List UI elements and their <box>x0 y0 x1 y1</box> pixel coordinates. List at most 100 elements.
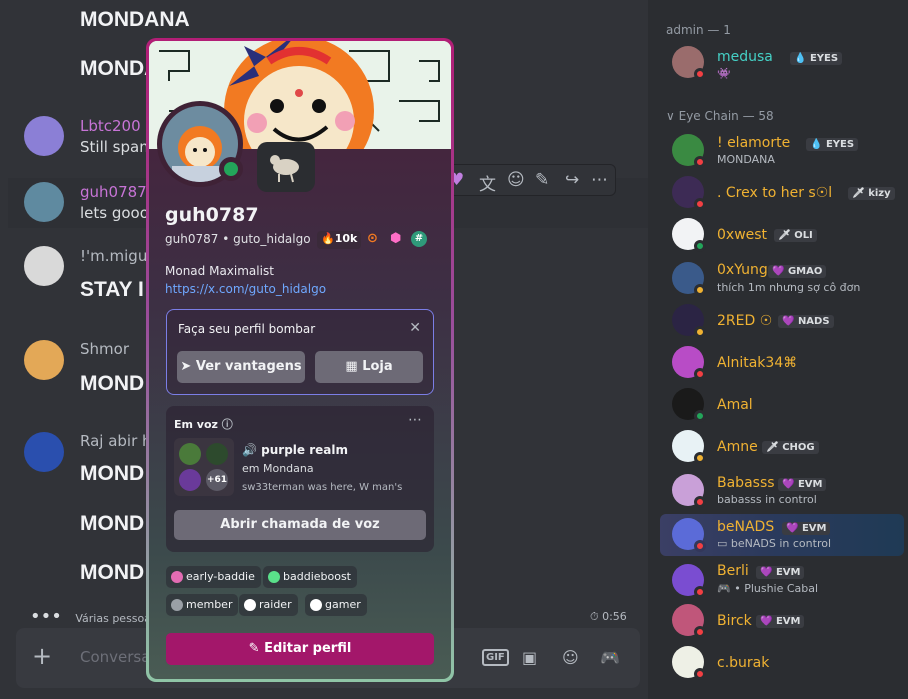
clan-tag: 💜 EVM <box>782 522 831 535</box>
eye-icon: ∨ <box>666 109 675 123</box>
hashtag-badge-icon[interactable]: # <box>411 231 427 247</box>
clan-tag: 💧 EYES <box>806 138 859 151</box>
more-icon[interactable]: ⋯ <box>591 170 608 190</box>
member-row[interactable]: . Crex to her s☉l 🗡 kizy <box>662 172 906 214</box>
nitro-promo: Faça seu perfil bombar ✕ ➤ Ver vantagens… <box>166 309 434 395</box>
message-text: MOND <box>80 561 145 584</box>
status-icon <box>694 496 706 508</box>
member-row[interactable]: Birck 💜 EVM <box>662 600 906 642</box>
member-row[interactable]: Babasss 💜 EVM babasss in control <box>662 470 906 512</box>
status-icon <box>694 540 706 552</box>
status-icon <box>694 668 706 680</box>
status-icon <box>694 586 706 598</box>
member-name: Alnitak34⌘ <box>717 355 798 371</box>
attach-plus-icon[interactable]: + <box>32 642 52 670</box>
forward-icon[interactable]: ↪ <box>565 170 579 190</box>
avatar <box>206 443 228 465</box>
gamepad-icon: 🎮 <box>717 582 731 595</box>
voice-server: em Mondana <box>242 462 314 475</box>
avatar[interactable] <box>24 116 64 156</box>
profile-link[interactable]: https://x.com/guto_hidalgo <box>165 282 326 296</box>
member-row[interactable]: 2RED ☉ 💜 NADS <box>662 300 906 342</box>
status-icon <box>694 156 706 168</box>
clan-tag: 🗡 OLI <box>774 229 817 242</box>
member-status-text: ▭ beNADS in control <box>717 537 832 550</box>
role-pill[interactable]: baddieboost <box>263 566 357 588</box>
open-voice-call-button[interactable]: Abrir chamada de voz <box>174 510 426 540</box>
avatar[interactable] <box>24 432 64 472</box>
avatar[interactable] <box>24 182 64 222</box>
voice-channel[interactable]: 🔊 purple realm <box>242 443 348 457</box>
clan-tag: 🗡 kizy <box>848 187 895 200</box>
role-pill[interactable]: member <box>166 594 239 616</box>
close-icon[interactable]: ✕ <box>409 320 421 336</box>
status-icon <box>694 626 706 638</box>
voice-label: Em voz ⓘ <box>174 418 233 431</box>
typing-indicator: ••• Várias pessoa <box>30 606 151 627</box>
profile-widget[interactable] <box>257 142 315 192</box>
gif-icon[interactable]: GIF <box>482 649 509 666</box>
message-text: STAY I <box>80 278 144 301</box>
voice-status: sw33terman was here, W man's <box>242 482 403 493</box>
flame-icon: 🔥 <box>321 232 335 245</box>
status-icon <box>694 68 706 80</box>
timer-icon: ⏱ <box>590 610 599 623</box>
member-row[interactable]: Amal <box>662 384 906 426</box>
voice-participants: +61 <box>174 438 234 496</box>
role-pill[interactable]: gamer <box>305 594 367 616</box>
member-name: . Crex to her s☉l <box>717 185 833 201</box>
username[interactable]: Shmor <box>80 340 129 358</box>
edit-icon[interactable]: ✎ <box>535 170 549 190</box>
avatar[interactable] <box>24 340 64 380</box>
shop-icon: ▦ <box>345 359 358 374</box>
member-row[interactable]: medusa 💧 EYES 👾 <box>662 42 906 84</box>
member-row[interactable]: Berli 💜 EVM 🎮 • Plushie Cabal <box>662 560 906 602</box>
member-row[interactable]: beNADS 💜 EVM ▭ beNADS in control <box>662 514 906 556</box>
translate-icon[interactable]: 文 <box>479 170 496 195</box>
boost-badge-icon[interactable]: ⬢ <box>390 231 401 249</box>
sticker-icon[interactable]: ▣ <box>522 648 537 667</box>
role-header-admin: admin — 1 <box>666 23 731 37</box>
emoji-icon[interactable]: ☺ <box>507 170 525 190</box>
member-activity-icon: 👾 <box>717 67 731 80</box>
member-row[interactable]: Alnitak34⌘ <box>662 342 906 384</box>
member-name: 0xYung <box>717 262 768 278</box>
clan-badge[interactable]: 🔥10k <box>317 231 362 249</box>
role-pill[interactable]: raider <box>239 594 298 616</box>
info-icon[interactable]: ⓘ <box>222 418 233 431</box>
perks-button[interactable]: ➤ Ver vantagens <box>177 351 305 383</box>
clan-tag: 💧 EYES <box>790 52 843 65</box>
member-name: c.burak <box>717 655 770 671</box>
edit-profile-button[interactable]: ✎ Editar perfil <box>166 633 434 665</box>
status-icon <box>694 410 706 422</box>
clan-tag: 💜 EVM <box>756 615 805 628</box>
member-name: Babasss <box>717 475 775 491</box>
member-name: 0xwest <box>717 227 768 243</box>
avatar[interactable] <box>24 246 64 286</box>
member-row[interactable]: ! elamorte 💧 EYES MONDANA <box>662 130 906 172</box>
username[interactable]: guh0787 <box>80 183 147 201</box>
nitro-promo-title: Faça seu perfil bombar <box>178 322 316 336</box>
status-icon <box>694 452 706 464</box>
member-name: beNADS <box>717 519 775 535</box>
nitro-badge-icon[interactable]: ⊙ <box>367 231 378 249</box>
member-name: Amne <box>717 439 758 455</box>
member-row[interactable]: Amne 🗡 CHOG <box>662 426 906 468</box>
more-options-icon[interactable]: ⋯ <box>408 412 422 428</box>
profile-handle: guh0787 • guto_hidalgo <box>165 232 311 246</box>
gamepad-icon[interactable]: 🎮 <box>600 648 620 667</box>
username[interactable]: Raj abir h <box>80 432 152 450</box>
role-pill[interactable]: early-baddie <box>166 566 261 588</box>
profile-card: guh0787 guh0787 • guto_hidalgo 🔥10k ⊙ ⬢ … <box>149 41 451 679</box>
member-row[interactable]: 0xwest 🗡 OLI <box>662 214 906 256</box>
member-row[interactable]: 0xYung 💜 GMAO thích 1m nhưng sợ cô đơn <box>662 258 906 300</box>
member-row[interactable]: c.burak <box>662 642 906 684</box>
clan-tag: 💜 EVM <box>778 478 827 491</box>
shop-button[interactable]: ▦ Loja <box>315 351 423 383</box>
member-status-text: 🎮 • Plushie Cabal <box>717 582 819 595</box>
emoji-icon[interactable]: ☺ <box>562 648 579 667</box>
typing-dots-icon: ••• <box>30 606 62 627</box>
username[interactable]: Lbtc200 <box>80 117 141 135</box>
separator: • <box>222 232 230 246</box>
profile-display-name: guh0787 <box>165 204 259 226</box>
